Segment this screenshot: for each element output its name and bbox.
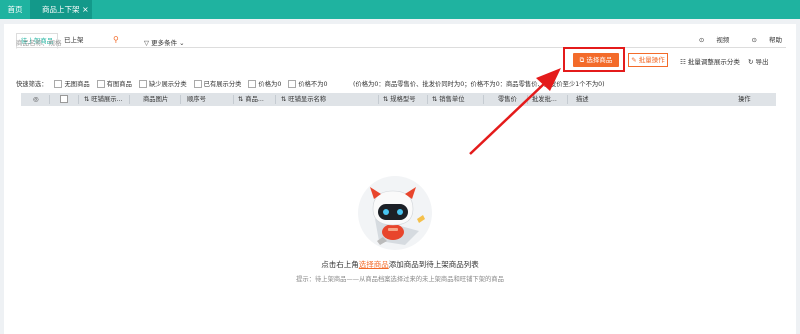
sort-icon: ⇅ <box>238 96 244 103</box>
quick-filter-label: 快速筛选： <box>16 81 48 88</box>
list-icon: ☷ <box>680 58 686 66</box>
search-input[interactable]: 商品名称、规格 <box>16 37 62 47</box>
checkbox[interactable] <box>288 80 297 88</box>
help-icon: ⊙ <box>751 36 757 44</box>
sort-icon: ⇅ <box>281 96 287 103</box>
subtab-bar: 待上架商品 已上架 <box>16 33 786 49</box>
select-all-checkbox[interactable] <box>60 93 68 106</box>
column-divider <box>78 95 79 104</box>
subtab-listed[interactable]: 已上架 <box>64 33 84 47</box>
highlight-box <box>563 47 625 72</box>
home-tab[interactable]: 首页 <box>0 0 30 19</box>
column-divider <box>233 95 234 104</box>
empty-state-robot-illustration <box>358 176 432 250</box>
column-divider <box>275 95 276 104</box>
empty-message-suffix: 添加商品到待上架商品列表 <box>388 260 479 269</box>
filter-price-nonzero: 价格不为0 <box>298 81 328 88</box>
filter-missing-category: 缺少展示分类 <box>148 81 187 88</box>
export-button[interactable]: ↻ 导出 <box>748 56 769 66</box>
column-actions: 操作 <box>738 96 751 103</box>
batch-adjust-label: 批量调整展示分类 <box>687 58 740 66</box>
column-divider <box>49 95 50 104</box>
tab-label: 商品上下架 <box>42 5 80 14</box>
help-label: 帮助 <box>769 36 782 44</box>
more-conditions-label: 更多条件 <box>151 39 178 47</box>
column-wholesale[interactable]: 批发批... <box>532 93 557 106</box>
column-divider <box>483 95 484 104</box>
sort-icon: ⇅ <box>432 96 438 103</box>
column-label: 规格型号 <box>390 96 416 103</box>
help-link[interactable]: ⊙ 帮助 <box>741 36 782 44</box>
column-label: 销售单位 <box>439 96 465 103</box>
filter-has-category: 已有展示分类 <box>203 81 242 88</box>
filter-no-image: 无图商品 <box>64 81 90 88</box>
filter-has-image: 有图商品 <box>106 81 132 88</box>
column-order-number[interactable]: 顺序号 <box>187 93 206 106</box>
column-divider <box>427 95 428 104</box>
empty-message-prefix: 点击右上角 <box>321 260 359 269</box>
sort-icon: ⇅ <box>383 96 389 103</box>
checkbox[interactable] <box>54 80 63 88</box>
settings-icon[interactable]: ◎ <box>33 93 39 106</box>
pencil-icon: ✎ <box>631 56 637 64</box>
column-spec[interactable]: ⇅ 规格型号 <box>383 93 415 106</box>
batch-operation-label: 批量操作 <box>638 56 665 64</box>
filter-icon: ▽ <box>144 39 149 47</box>
select-products-link[interactable]: 选择商品 <box>359 260 389 269</box>
column-divider <box>180 95 181 104</box>
refresh-icon: ↻ <box>748 58 754 66</box>
price-note: (价格为0：商品零售价、批发价同时为0；价格不为0：商品零售价、批发价至少1个不… <box>353 81 605 88</box>
checkbox[interactable] <box>138 80 147 88</box>
more-conditions-button[interactable]: ▽ 更多条件 ⌄ <box>144 37 185 47</box>
empty-state-hint: 提示：待上架商品——从商品档案选择过来的未上架商品和旺铺下架的商品 <box>296 276 504 283</box>
close-icon[interactable]: × <box>82 0 89 19</box>
column-shop-display[interactable]: ⇅ 旺铺展示... <box>84 93 123 106</box>
search-underline <box>16 47 124 48</box>
empty-state-message: 点击右上角选择商品添加商品到待上架商品列表 <box>296 259 504 270</box>
column-divider <box>527 95 528 104</box>
chevron-down-icon: ⌄ <box>179 39 185 47</box>
batch-adjust-category-button[interactable]: ☷ 批量调整展示分类 <box>680 56 740 66</box>
video-label: 视频 <box>716 36 730 44</box>
quick-filters: 快速筛选： 无图商品 有图商品 缺少展示分类 已有展示分类 价格为0 价格不为0 <box>16 79 328 88</box>
play-icon: ⊙ <box>698 36 705 44</box>
sort-icon: ⇅ <box>84 96 90 103</box>
tab-product-listing[interactable]: 商品上下架 × <box>30 0 92 19</box>
column-description[interactable]: 描述 <box>576 93 589 106</box>
column-retail-price[interactable]: 零售价 <box>498 93 517 106</box>
column-divider <box>567 95 568 104</box>
column-label: 商品... <box>245 96 264 103</box>
column-label: 旺铺展示... <box>91 96 123 103</box>
top-bar: 首页 商品上下架 × <box>0 0 800 19</box>
checkbox[interactable] <box>248 80 257 88</box>
search-icon[interactable]: ⚲ <box>113 35 119 44</box>
checkbox[interactable] <box>193 80 202 88</box>
filter-price-zero: 价格为0 <box>258 81 282 88</box>
export-label: 导出 <box>755 58 769 66</box>
column-product-image[interactable]: 商品图片 <box>143 93 168 106</box>
column-divider <box>129 95 130 104</box>
column-sales-unit[interactable]: ⇅ 销售单位 <box>432 93 464 106</box>
column-label: 旺铺显示名称 <box>288 96 327 103</box>
checkbox[interactable] <box>96 80 105 88</box>
column-divider <box>378 95 379 104</box>
column-product[interactable]: ⇅ 商品... <box>238 93 264 106</box>
table-header: ◎ ⇅ 旺铺展示... 商品图片 顺序号 ⇅ 商品... ⇅ 旺铺显示名称 ⇅ … <box>21 93 776 106</box>
batch-operation-button[interactable]: ✎ 批量操作 <box>628 53 668 67</box>
video-link[interactable]: ⊙ 视频 <box>689 36 730 44</box>
help-links: ⊙ 视频 ⊙ 帮助 <box>679 34 782 44</box>
column-shop-name[interactable]: ⇅ 旺铺显示名称 <box>281 93 326 106</box>
